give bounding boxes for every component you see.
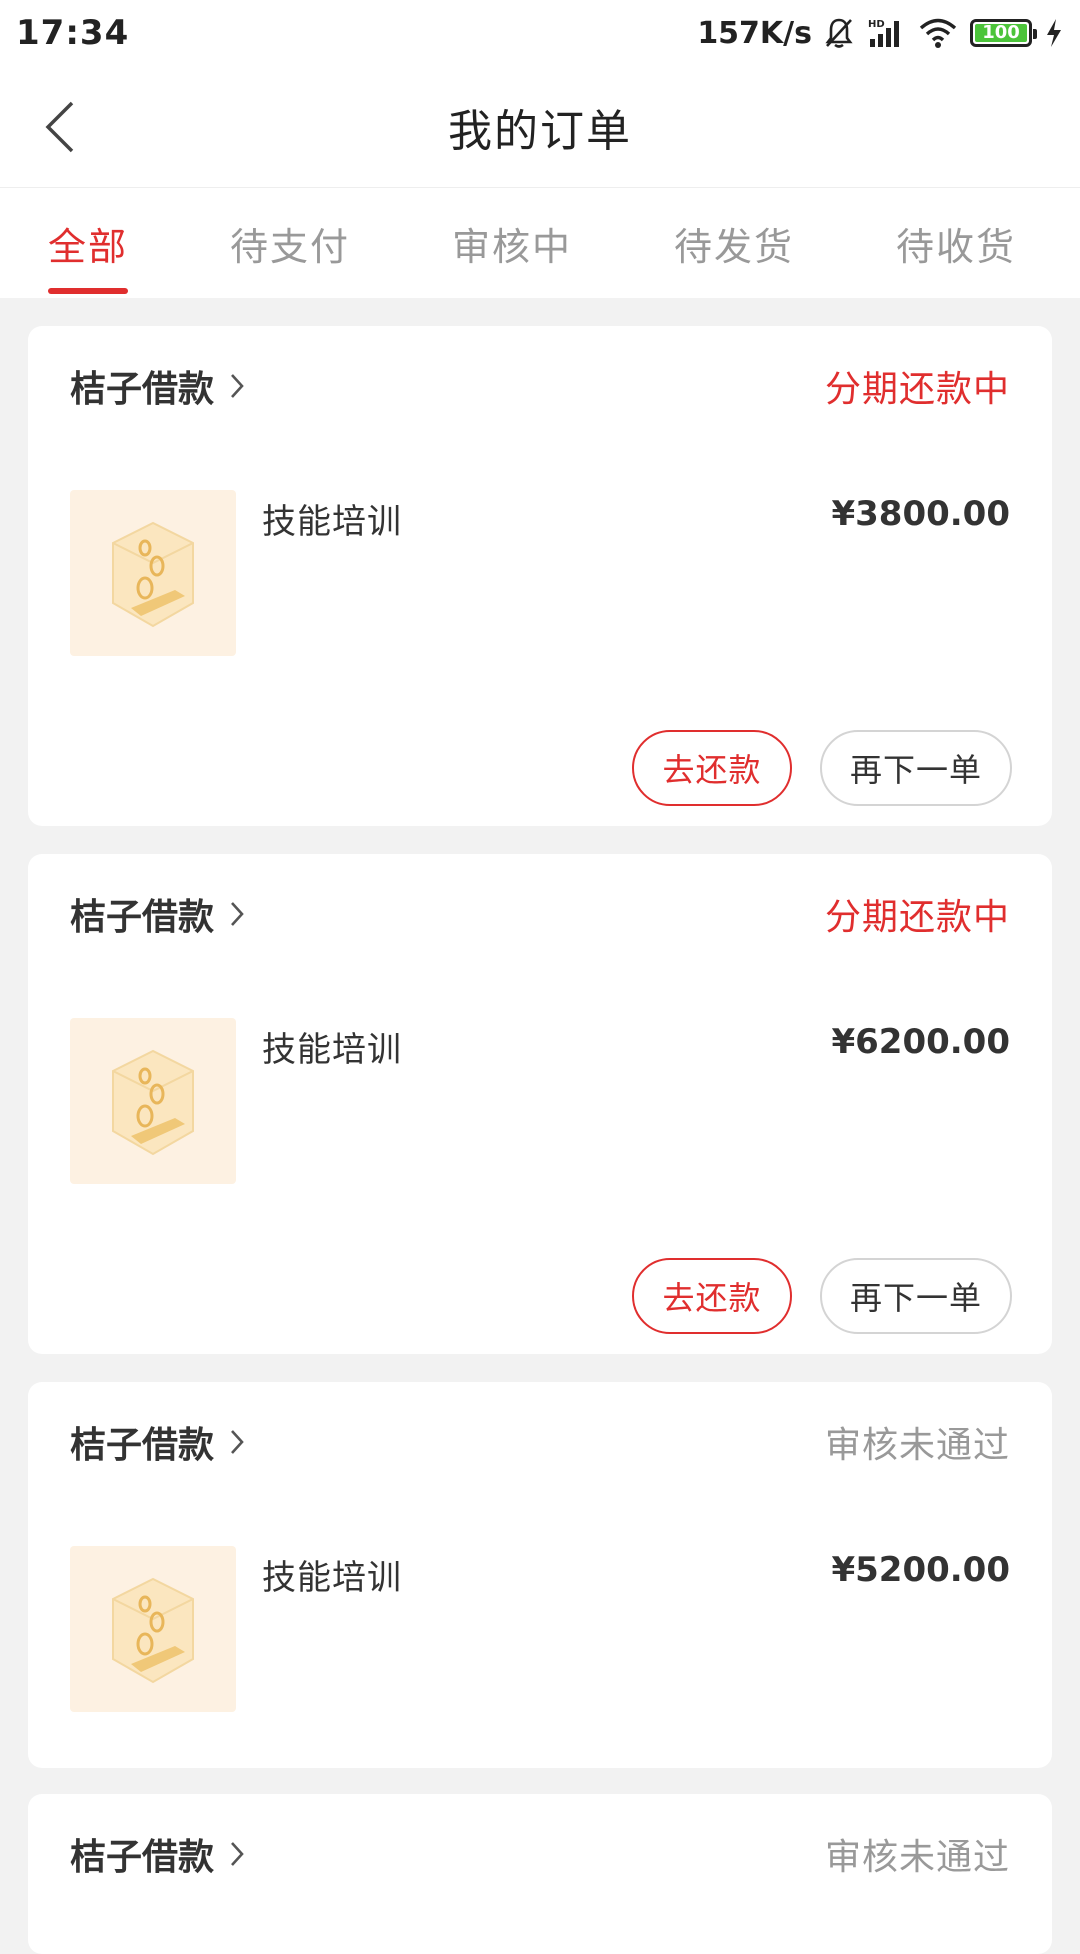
- page-title: 我的订单: [448, 105, 632, 157]
- mute-bell-icon: [824, 17, 854, 49]
- order-status: 审核未通过: [824, 1425, 1010, 1466]
- tab-label: 审核中: [451, 224, 572, 269]
- status-bar: 17:34 157K/s HD 100: [0, 0, 1080, 66]
- network-speed: 157K/s: [697, 15, 812, 51]
- order-actions: 去还款 再下一单: [632, 730, 1012, 806]
- order-price: ¥5200.00: [831, 1550, 1010, 1590]
- store-name-link[interactable]: 桔子借款: [70, 360, 214, 412]
- product-thumbnail[interactable]: [70, 1546, 236, 1712]
- hd-signal-icon: HD: [866, 17, 906, 49]
- tab-pending-payment[interactable]: 待支付: [230, 188, 350, 298]
- status-icons: 157K/s HD 100: [697, 16, 1064, 51]
- back-button[interactable]: [30, 94, 90, 160]
- reorder-button[interactable]: 再下一单: [820, 730, 1012, 806]
- store-name-link[interactable]: 桔子借款: [70, 888, 214, 940]
- svg-text:HD: HD: [868, 19, 885, 30]
- product-name: 技能培训: [262, 1030, 402, 1070]
- tab-under-review[interactable]: 审核中: [452, 188, 572, 298]
- repay-button[interactable]: 去还款: [632, 1258, 792, 1334]
- tab-pending-receipt[interactable]: 待收货: [896, 188, 1016, 298]
- battery-icon: 100: [970, 19, 1037, 47]
- tab-label: 待支付: [229, 224, 350, 269]
- reorder-button[interactable]: 再下一单: [820, 1258, 1012, 1334]
- order-card[interactable]: 桔子借款 审核未通过 技能培训 ¥5200.00: [28, 1382, 1052, 1768]
- order-status: 分期还款中: [824, 897, 1010, 938]
- coin-box-icon: [112, 521, 194, 628]
- tab-all[interactable]: 全部: [48, 188, 129, 298]
- store-name-link[interactable]: 桔子借款: [70, 1828, 214, 1880]
- order-price: ¥6200.00: [831, 1022, 1010, 1062]
- order-card-header: 桔子借款 审核未通过: [70, 1824, 1010, 1884]
- chevron-left-icon: [45, 101, 74, 153]
- order-card-header: 桔子借款 审核未通过: [70, 1412, 1010, 1472]
- tab-label: 待发货: [673, 224, 794, 269]
- tab-label: 全部: [48, 224, 129, 269]
- product-thumbnail[interactable]: [70, 490, 236, 656]
- product-thumbnail[interactable]: [70, 1018, 236, 1184]
- status-time: 17:34: [16, 13, 130, 53]
- tab-label: 待收货: [895, 224, 1016, 269]
- chevron-right-icon[interactable]: [228, 1839, 246, 1869]
- order-card[interactable]: 桔子借款 分期还款中 技能培训 ¥3800.00 去还款 再下一单: [28, 326, 1052, 826]
- product-name: 技能培训: [262, 1558, 402, 1598]
- chevron-right-icon[interactable]: [228, 899, 246, 929]
- product-name: 技能培训: [262, 502, 402, 542]
- battery-level: 100: [975, 24, 1027, 42]
- order-actions: 去还款 再下一单: [632, 1258, 1012, 1334]
- order-status: 分期还款中: [824, 369, 1010, 410]
- coin-box-icon: [112, 1577, 194, 1684]
- order-card-header: 桔子借款 分期还款中: [70, 356, 1010, 416]
- order-card[interactable]: 桔子借款 分期还款中 技能培训 ¥6200.00 去还款 再下一单: [28, 854, 1052, 1354]
- order-status: 审核未通过: [824, 1837, 1010, 1878]
- coin-box-icon: [112, 1049, 194, 1156]
- store-name-link[interactable]: 桔子借款: [70, 1416, 214, 1468]
- order-price: ¥3800.00: [831, 494, 1010, 534]
- wifi-icon: [918, 17, 958, 49]
- tab-pending-shipment[interactable]: 待发货: [674, 188, 794, 298]
- order-card-header: 桔子借款 分期还款中: [70, 884, 1010, 944]
- order-tabs: 全部 待支付 审核中 待发货 待收货: [0, 188, 1080, 298]
- app-header: 我的订单: [0, 66, 1080, 188]
- order-card[interactable]: 桔子借款 审核未通过: [28, 1794, 1052, 1954]
- repay-button[interactable]: 去还款: [632, 730, 792, 806]
- chevron-right-icon[interactable]: [228, 371, 246, 401]
- charging-icon: [1044, 17, 1064, 49]
- chevron-right-icon[interactable]: [228, 1427, 246, 1457]
